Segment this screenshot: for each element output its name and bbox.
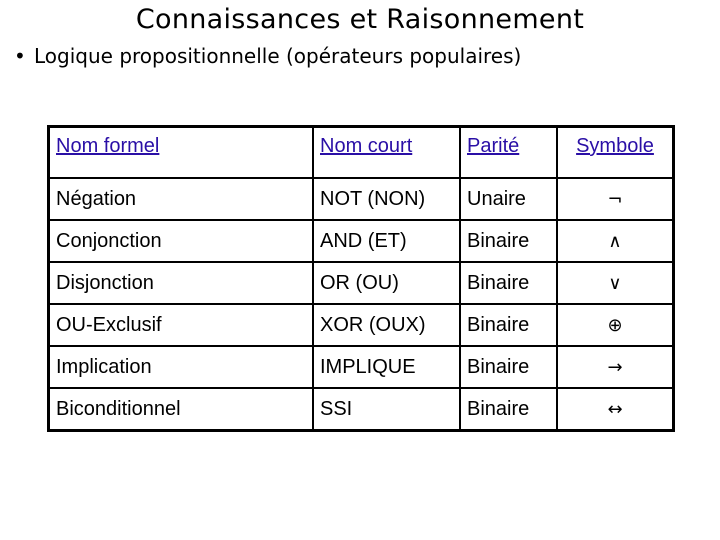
cell-symbol: ¬ xyxy=(556,177,675,221)
table-row: Conjonction AND (ET) Binaire ∧ xyxy=(47,219,675,263)
table-row: OU-Exclusif XOR (OUX) Binaire ⊕ xyxy=(47,303,675,347)
cell-arity: Binaire xyxy=(459,303,558,347)
table-row: Disjonction OR (OU) Binaire ∨ xyxy=(47,261,675,305)
slide-title: Connaissances et Raisonnement xyxy=(135,4,585,35)
cell-symbol: ∨ xyxy=(556,261,675,305)
header-link-nom-formel[interactable]: Nom formel xyxy=(56,135,159,157)
cell-formal: Négation xyxy=(47,177,314,221)
right-arrow-icon: → xyxy=(607,356,623,378)
cell-symbol: → xyxy=(556,345,675,389)
header-cell: Nom court xyxy=(312,125,461,179)
header-cell: Parité xyxy=(459,125,558,179)
left-right-arrow-icon: ↔ xyxy=(607,398,623,420)
table-header-row: Nom formel Nom court Parité Symbole xyxy=(47,125,675,179)
cell-symbol: ⊕ xyxy=(556,303,675,347)
cell-formal: Biconditionnel xyxy=(47,387,314,432)
cell-arity: Binaire xyxy=(459,345,558,389)
logical-and-icon: ∧ xyxy=(608,230,622,252)
logical-or-icon: ∨ xyxy=(608,272,622,294)
table-row: Biconditionnel SSI Binaire ↔ xyxy=(47,387,675,432)
table-row: Implication IMPLIQUE Binaire → xyxy=(47,345,675,389)
cell-short: IMPLIQUE xyxy=(312,345,461,389)
bullet-item: • Logique propositionnelle (opérateurs po… xyxy=(14,44,521,68)
header-link-parite[interactable]: Parité xyxy=(467,135,519,157)
cell-arity: Unaire xyxy=(459,177,558,221)
header-link-symbole[interactable]: Symbole xyxy=(576,135,654,157)
table-row: Négation NOT (NON) Unaire ¬ xyxy=(47,177,675,221)
cell-short: NOT (NON) xyxy=(312,177,461,221)
cell-formal: OU-Exclusif xyxy=(47,303,314,347)
operators-table: Nom formel Nom court Parité Symbole Néga… xyxy=(47,125,675,432)
cell-short: XOR (OUX) xyxy=(312,303,461,347)
negation-icon: ¬ xyxy=(607,188,623,210)
cell-symbol: ↔ xyxy=(556,387,675,432)
cell-formal: Disjonction xyxy=(47,261,314,305)
header-cell: Symbole xyxy=(556,125,675,179)
cell-arity: Binaire xyxy=(459,261,558,305)
header-link-nom-court[interactable]: Nom court xyxy=(320,135,412,157)
bullet-icon: • xyxy=(14,44,26,68)
bullet-text: Logique propositionnelle (opérateurs pop… xyxy=(34,44,522,68)
cell-short: AND (ET) xyxy=(312,219,461,263)
cell-short: OR (OU) xyxy=(312,261,461,305)
cell-formal: Conjonction xyxy=(47,219,314,263)
cell-arity: Binaire xyxy=(459,387,558,432)
cell-arity: Binaire xyxy=(459,219,558,263)
cell-formal: Implication xyxy=(47,345,314,389)
cell-short: SSI xyxy=(312,387,461,432)
header-cell: Nom formel xyxy=(47,125,314,179)
cell-symbol: ∧ xyxy=(556,219,675,263)
xor-icon: ⊕ xyxy=(607,314,623,336)
